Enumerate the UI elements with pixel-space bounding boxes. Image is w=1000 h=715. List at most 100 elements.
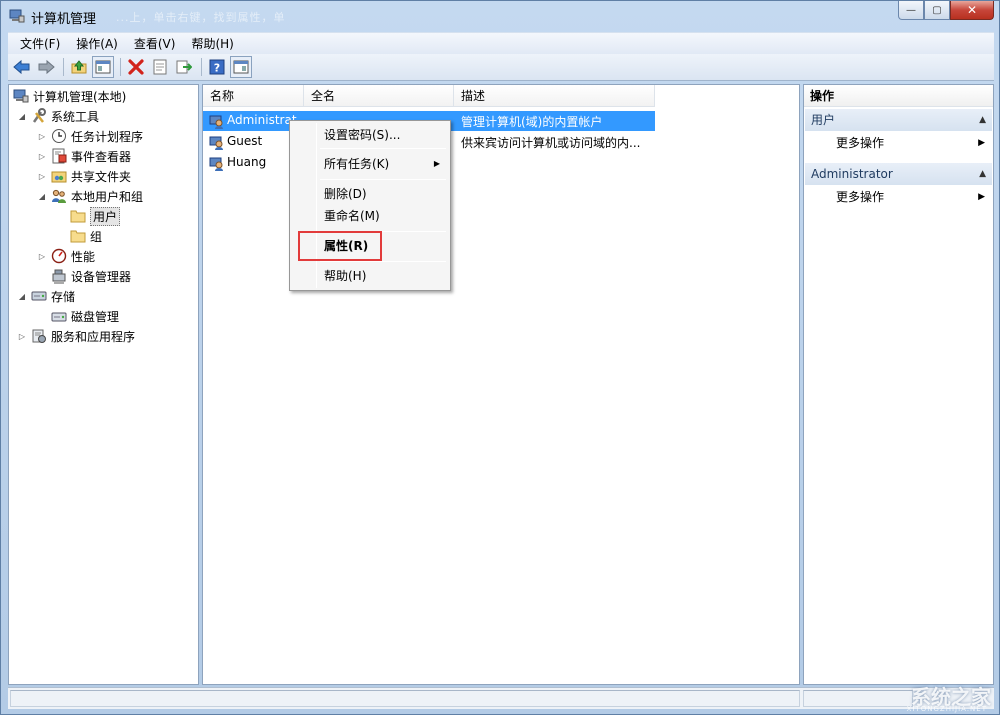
close-button[interactable]: ✕ xyxy=(950,1,994,20)
svg-text:?: ? xyxy=(214,62,220,75)
up-one-level-button[interactable] xyxy=(68,56,90,78)
properties-icon xyxy=(153,59,167,75)
toolbar-separator xyxy=(201,58,202,76)
cell-description: 管理计算机(域)的内置帐户 xyxy=(461,115,603,129)
tree-item-system-tools[interactable]: ◢ 系统工具 xyxy=(17,106,99,126)
tree-item-label: 系统工具 xyxy=(51,109,100,124)
show-hide-console-tree-button[interactable] xyxy=(92,56,114,78)
back-arrow-icon xyxy=(13,59,30,75)
tree-item-label: 性能 xyxy=(71,249,96,264)
collapse-arrow-icon[interactable]: ◢ xyxy=(17,112,27,121)
computer-management-window: 计算机管理 ...上，单击右键，找到属性，单 — ▢ ✕ 文件(F) 操作(A)… xyxy=(0,0,1000,715)
cell-name: Huang xyxy=(227,155,267,169)
expand-arrow-icon[interactable]: ▷ xyxy=(37,132,47,141)
tree-item-shared-folders[interactable]: ▷ 共享文件夹 xyxy=(37,166,131,186)
collapse-caret-icon[interactable]: ▲ xyxy=(979,109,986,131)
export-list-button[interactable] xyxy=(173,56,195,78)
expand-arrow-icon[interactable]: ▷ xyxy=(37,252,47,261)
tree-item-computer-management[interactable]: 计算机管理(本地) xyxy=(13,86,126,106)
users-group-icon xyxy=(52,189,66,203)
watermark-subtext: XITONGZHIJIA.NET xyxy=(906,705,987,713)
expand-arrow-icon[interactable]: ▷ xyxy=(17,332,27,341)
menu-item-rename[interactable]: 重命名(M) xyxy=(292,205,448,227)
menu-help[interactable]: 帮助(H) xyxy=(183,33,241,54)
tree-item-label: 任务计划程序 xyxy=(71,129,144,144)
tree-item-task-scheduler[interactable]: ▷ 任务计划程序 xyxy=(37,126,143,146)
tree-item-event-viewer[interactable]: ▷ 事件查看器 xyxy=(37,146,131,166)
forward-arrow-icon xyxy=(38,59,55,75)
menu-view[interactable]: 查看(V) xyxy=(126,33,184,54)
expand-arrow-icon[interactable]: ▷ xyxy=(37,152,47,161)
device-manager-icon xyxy=(52,269,66,284)
tree-item-label: 计算机管理(本地) xyxy=(33,89,127,104)
up-folder-icon xyxy=(71,60,87,74)
action-label: 更多操作 xyxy=(836,136,885,150)
tree-item-label: 本地用户和组 xyxy=(71,189,144,204)
tree-item-label: 设备管理器 xyxy=(71,269,132,284)
status-bar xyxy=(8,687,994,709)
menu-item-all-tasks[interactable]: 所有任务(K) ▶ xyxy=(292,153,448,175)
cell-name: Administrat xyxy=(227,113,297,127)
window-title: 计算机管理 xyxy=(31,12,97,27)
computer-management-icon xyxy=(13,89,29,103)
event-viewer-icon xyxy=(52,148,67,164)
toolbar-separator xyxy=(120,58,121,76)
collapse-arrow-icon[interactable]: ◢ xyxy=(17,292,27,301)
title-ghost-text: ...上，单击右键，找到属性，单 xyxy=(116,11,286,24)
toolbar: ? xyxy=(8,54,994,81)
menu-file[interactable]: 文件(F) xyxy=(12,33,68,54)
services-icon xyxy=(32,329,46,343)
menu-item-label: 所有任务(K) xyxy=(324,157,390,171)
tree-item-storage[interactable]: ◢ 存储 xyxy=(17,286,75,306)
show-hide-action-pane-button[interactable] xyxy=(230,56,252,78)
submenu-arrow-icon: ▶ xyxy=(978,192,985,202)
actions-section-administrator[interactable]: Administrator ▲ xyxy=(805,163,992,185)
column-header-fullname[interactable]: 全名 xyxy=(304,85,454,107)
actions-title: 操作 xyxy=(804,85,993,107)
tree-item-performance[interactable]: ▷ 性能 xyxy=(37,246,95,266)
column-header-description[interactable]: 描述 xyxy=(454,85,655,107)
computer-management-icon xyxy=(9,9,25,23)
minimize-button[interactable]: — xyxy=(898,1,924,20)
properties-button[interactable] xyxy=(149,56,171,78)
forward-button[interactable] xyxy=(35,56,57,78)
maximize-button[interactable]: ▢ xyxy=(924,1,950,20)
collapse-caret-icon[interactable]: ▲ xyxy=(979,163,986,185)
action-more-actions-administrator[interactable]: 更多操作 ▶ xyxy=(804,187,993,207)
performance-icon xyxy=(51,248,67,264)
status-cell xyxy=(803,690,913,707)
delete-icon xyxy=(128,59,144,75)
tools-icon xyxy=(32,108,46,123)
tree-item-services-applications[interactable]: ▷ 服务和应用程序 xyxy=(17,326,135,346)
cell-name: Guest xyxy=(227,134,263,148)
actions-pane: 操作 用户 ▲ 更多操作 ▶ Administrator ▲ 更多操作 ▶ xyxy=(803,84,994,685)
back-button[interactable] xyxy=(11,56,33,78)
collapse-arrow-icon[interactable]: ◢ xyxy=(37,192,47,201)
expand-arrow-icon[interactable]: ▷ xyxy=(37,172,47,181)
menu-separator xyxy=(320,179,446,180)
user-icon xyxy=(209,136,223,150)
help-button[interactable]: ? xyxy=(206,56,228,78)
tree-item-label: 组 xyxy=(90,229,103,244)
menu-action[interactable]: 操作(A) xyxy=(68,33,126,54)
tree-item-label: 事件查看器 xyxy=(71,149,132,164)
menu-item-set-password[interactable]: 设置密码(S)... xyxy=(292,124,448,146)
title-bar[interactable]: 计算机管理 ...上，单击右键，找到属性，单 — ▢ ✕ xyxy=(1,1,999,31)
actions-section-users[interactable]: 用户 ▲ xyxy=(805,109,992,131)
user-icon xyxy=(209,115,223,129)
tree-item-groups[interactable]: 组 xyxy=(70,226,102,246)
tree-item-users[interactable]: 用户 xyxy=(70,206,121,226)
menu-item-help[interactable]: 帮助(H) xyxy=(292,265,448,287)
tree-item-device-manager[interactable]: 设备管理器 xyxy=(51,266,131,286)
menu-item-delete[interactable]: 删除(D) xyxy=(292,183,448,205)
column-header-name[interactable]: 名称 xyxy=(203,85,304,107)
window-controls: — ▢ ✕ xyxy=(898,1,994,20)
disk-icon xyxy=(51,312,67,322)
folder-icon xyxy=(70,230,86,243)
tree-item-local-users-groups[interactable]: ◢ 本地用户和组 xyxy=(37,186,143,206)
console-tree: 计算机管理(本地) ◢ 系统工具 ▷ 任务计划程序 ▷ 事件查看器 ▷ 共享文件… xyxy=(8,84,199,685)
cell-description: 供来宾访问计算机或访问域的内... xyxy=(461,136,641,150)
tree-item-disk-management[interactable]: 磁盘管理 xyxy=(51,306,119,326)
delete-button[interactable] xyxy=(125,56,147,78)
action-more-actions-users[interactable]: 更多操作 ▶ xyxy=(804,133,993,153)
